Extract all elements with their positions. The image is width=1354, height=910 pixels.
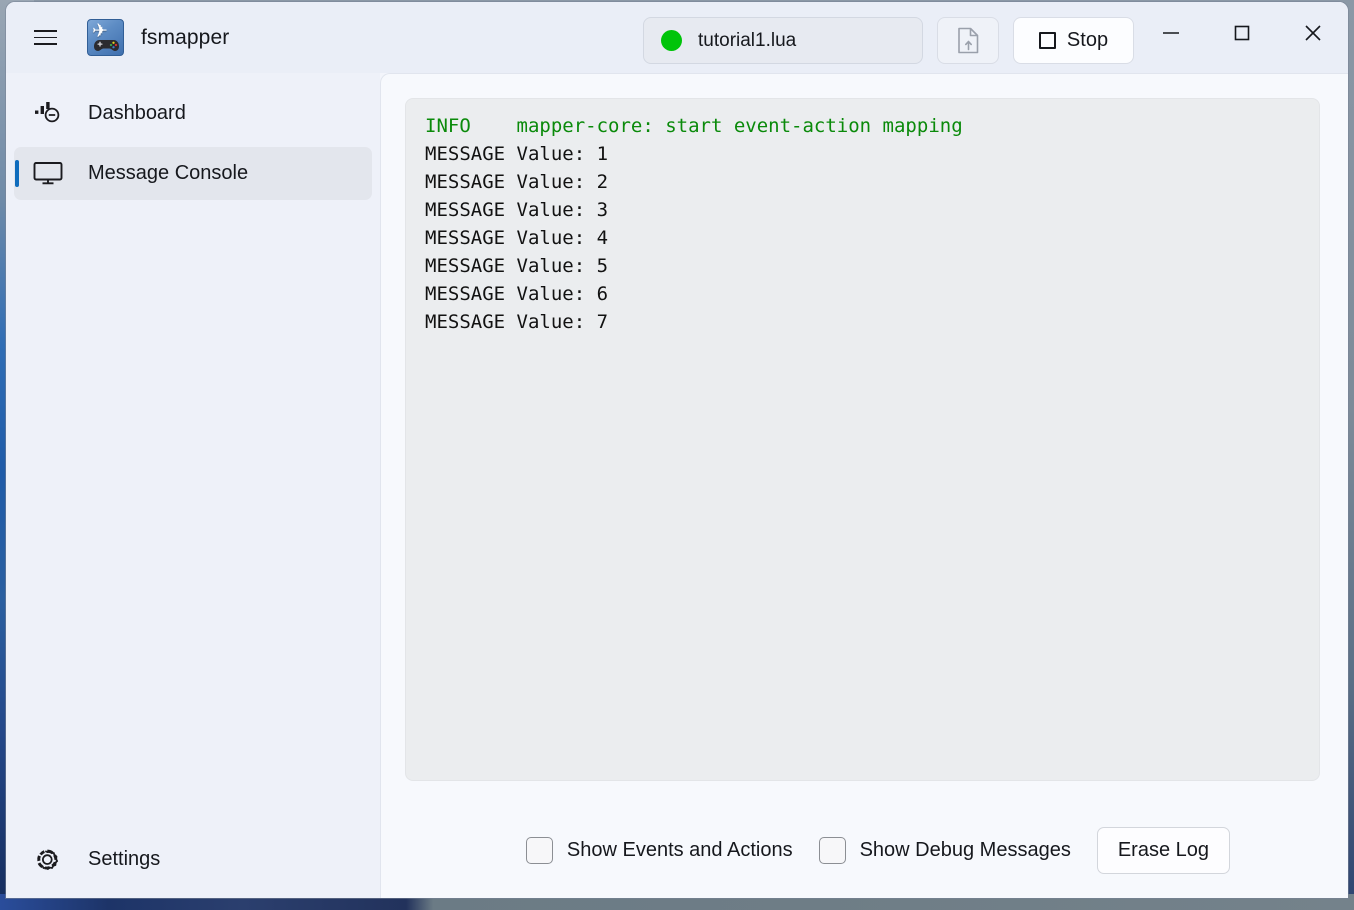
script-status-pill[interactable]: tutorial1.lua bbox=[643, 17, 923, 64]
maximize-button[interactable] bbox=[1206, 2, 1277, 64]
log-line: MESSAGE Value: 1 bbox=[425, 143, 609, 165]
title-bar-controls: tutorial1.lua Stop bbox=[643, 17, 1134, 64]
checkbox-box[interactable] bbox=[818, 836, 846, 864]
hamburger-line bbox=[33, 36, 57, 39]
log-line: MESSAGE Value: 3 bbox=[425, 199, 609, 221]
log-line: INFO mapper-core: start event-action map… bbox=[425, 115, 963, 137]
app-title: fsmapper bbox=[141, 25, 230, 49]
log-line: MESSAGE Value: 6 bbox=[425, 283, 609, 305]
app-window: ✈ fsmapper tutorial1.lua Stop Dashboard … bbox=[6, 2, 1348, 898]
stop-button-label: Stop bbox=[1066, 29, 1109, 51]
window-body: Dashboard Message Console Settings INFO … bbox=[6, 73, 1348, 898]
title-bar: ✈ fsmapper tutorial1.lua Stop bbox=[6, 2, 1348, 73]
open-script-button[interactable] bbox=[937, 17, 999, 64]
show-debug-messages-checkbox[interactable]: Show Debug Messages bbox=[818, 836, 1071, 864]
close-button[interactable] bbox=[1277, 2, 1348, 64]
script-file-name: tutorial1.lua bbox=[698, 29, 797, 51]
gauge-icon bbox=[26, 101, 70, 126]
checkbox-label: Show Events and Actions bbox=[566, 838, 793, 861]
window-caption-buttons bbox=[1135, 2, 1348, 64]
console-toolbar: Show Events and Actions Show Debug Messa… bbox=[405, 802, 1320, 898]
gear-icon bbox=[26, 846, 70, 874]
sidebar-item-settings[interactable]: Settings bbox=[14, 833, 372, 886]
close-icon bbox=[1304, 25, 1321, 41]
sidebar: Dashboard Message Console Settings bbox=[6, 73, 380, 898]
sidebar-item-label: Message Console bbox=[88, 162, 249, 184]
gamepad-glyph bbox=[94, 40, 119, 51]
erase-log-button[interactable]: Erase Log bbox=[1096, 826, 1230, 874]
script-running-indicator bbox=[661, 30, 682, 51]
log-line: MESSAGE Value: 5 bbox=[425, 255, 609, 277]
open-file-icon bbox=[957, 27, 978, 54]
sidebar-item-dashboard[interactable]: Dashboard bbox=[14, 87, 372, 140]
log-line: MESSAGE Value: 2 bbox=[425, 171, 609, 193]
main-content: INFO mapper-core: start event-action map… bbox=[380, 73, 1348, 898]
maximize-icon bbox=[1234, 25, 1249, 41]
sidebar-item-label: Dashboard bbox=[88, 102, 186, 124]
checkbox-label: Show Debug Messages bbox=[859, 838, 1071, 861]
checkbox-box[interactable] bbox=[525, 836, 553, 864]
hamburger-line bbox=[33, 43, 57, 46]
hamburger-line bbox=[33, 29, 57, 32]
hamburger-menu-icon[interactable] bbox=[22, 15, 68, 61]
log-line: MESSAGE Value: 7 bbox=[425, 311, 609, 333]
stop-square-icon bbox=[1038, 32, 1056, 49]
minimize-icon bbox=[1162, 32, 1179, 34]
stop-button[interactable]: Stop bbox=[1013, 17, 1134, 64]
minimize-button[interactable] bbox=[1135, 2, 1206, 64]
message-console-log[interactable]: INFO mapper-core: start event-action map… bbox=[405, 98, 1320, 781]
app-plane-gamepad-icon: ✈ bbox=[87, 19, 124, 56]
show-events-and-actions-checkbox[interactable]: Show Events and Actions bbox=[525, 836, 793, 864]
monitor-icon bbox=[26, 161, 70, 186]
sidebar-item-label: Settings bbox=[88, 848, 161, 870]
sidebar-item-message-console[interactable]: Message Console bbox=[14, 147, 372, 200]
log-line: MESSAGE Value: 4 bbox=[425, 227, 609, 249]
